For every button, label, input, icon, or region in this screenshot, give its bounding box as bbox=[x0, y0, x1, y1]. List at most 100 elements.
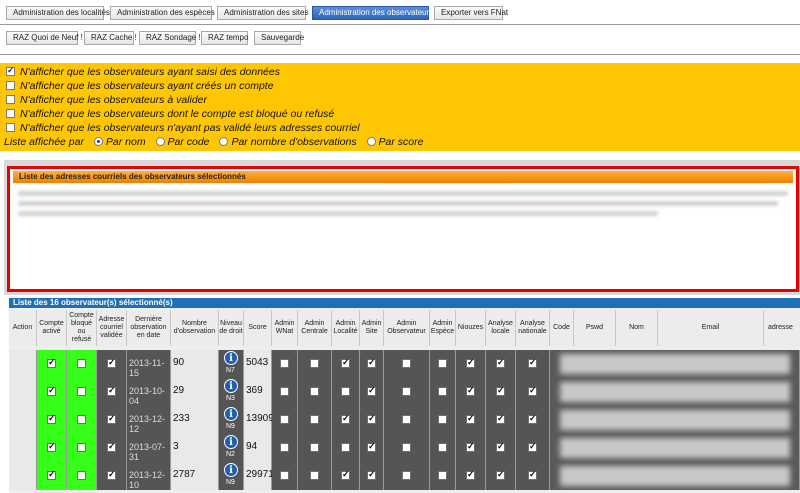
row-checkbox[interactable] bbox=[280, 387, 289, 396]
row-checkbox[interactable] bbox=[466, 385, 475, 396]
info-icon[interactable]: i bbox=[224, 463, 238, 477]
col-header[interactable]: Admin Observateur bbox=[384, 310, 430, 346]
row-checkbox[interactable] bbox=[528, 385, 537, 396]
col-header[interactable]: adresse bbox=[764, 310, 800, 346]
filter-option[interactable]: N'afficher que les observateurs ayant sa… bbox=[6, 65, 280, 80]
row-checkbox[interactable] bbox=[341, 469, 350, 480]
row-checkbox[interactable] bbox=[47, 357, 56, 368]
col-header[interactable]: Adresse courriel validée bbox=[97, 310, 127, 346]
row-checkbox[interactable] bbox=[310, 387, 319, 396]
row-checkbox[interactable] bbox=[341, 357, 350, 368]
col-header[interactable]: Niveau de droit bbox=[219, 310, 244, 346]
row-checkbox[interactable] bbox=[466, 441, 475, 452]
filter-option[interactable]: N'afficher que les observateurs ayant cr… bbox=[6, 80, 274, 94]
row-checkbox[interactable] bbox=[438, 443, 447, 452]
col-header[interactable]: Dernière observation en date bbox=[127, 310, 171, 346]
row-checkbox[interactable] bbox=[280, 471, 289, 480]
row-checkbox[interactable] bbox=[367, 357, 376, 368]
raz-cache-button[interactable]: RAZ Cache ! bbox=[84, 31, 137, 45]
row-checkbox[interactable] bbox=[496, 469, 505, 480]
row-checkbox[interactable] bbox=[367, 413, 376, 424]
info-icon[interactable]: i bbox=[224, 379, 238, 393]
row-checkbox[interactable] bbox=[402, 387, 411, 396]
row-checkbox[interactable] bbox=[496, 357, 505, 368]
checkbox-icon[interactable] bbox=[6, 95, 15, 104]
col-header[interactable]: Nombre d'observation bbox=[171, 310, 219, 346]
checkbox-icon[interactable] bbox=[6, 123, 15, 132]
row-checkbox[interactable] bbox=[280, 415, 289, 424]
nav-localites-button[interactable]: Administration des localités bbox=[6, 6, 110, 20]
row-checkbox[interactable] bbox=[77, 359, 86, 368]
col-header[interactable]: Analyse nationale bbox=[516, 310, 550, 346]
row-checkbox[interactable] bbox=[107, 357, 116, 368]
row-checkbox[interactable] bbox=[528, 413, 537, 424]
col-header[interactable]: Admin Centrale bbox=[298, 310, 332, 346]
sort-option-nom[interactable]: Par nom bbox=[106, 136, 146, 148]
row-checkbox[interactable] bbox=[528, 469, 537, 480]
row-checkbox[interactable] bbox=[402, 415, 411, 424]
row-checkbox[interactable] bbox=[47, 385, 56, 396]
row-checkbox[interactable] bbox=[107, 385, 116, 396]
row-checkbox[interactable] bbox=[402, 359, 411, 368]
row-checkbox[interactable] bbox=[528, 357, 537, 368]
row-checkbox[interactable] bbox=[310, 415, 319, 424]
nav-export-button[interactable]: Exporter vers FNat bbox=[434, 6, 508, 20]
row-checkbox[interactable] bbox=[341, 413, 350, 424]
row-checkbox[interactable] bbox=[496, 385, 505, 396]
col-header[interactable]: Admin Site bbox=[360, 310, 384, 346]
nav-sites-button[interactable]: Administration des sites bbox=[217, 6, 308, 20]
info-icon[interactable]: i bbox=[224, 435, 238, 449]
sort-option-nombre[interactable]: Par nombre d'observations bbox=[231, 136, 356, 148]
row-checkbox[interactable] bbox=[438, 415, 447, 424]
row-checkbox[interactable] bbox=[107, 413, 116, 424]
col-header[interactable]: Admin Espèce bbox=[430, 310, 456, 346]
col-header[interactable]: Email bbox=[658, 310, 764, 346]
col-header[interactable]: Compte bloqué ou refusé bbox=[67, 310, 97, 346]
row-checkbox[interactable] bbox=[310, 443, 319, 452]
radio-icon[interactable] bbox=[219, 137, 229, 146]
col-header[interactable]: Analyse locale bbox=[486, 310, 516, 346]
row-checkbox[interactable] bbox=[47, 441, 56, 452]
row-checkbox[interactable] bbox=[107, 441, 116, 452]
row-checkbox[interactable] bbox=[47, 413, 56, 424]
row-checkbox[interactable] bbox=[402, 471, 411, 480]
raz-quoi-de-neuf-button[interactable]: RAZ Quoi de Neuf ! bbox=[6, 31, 83, 45]
row-checkbox[interactable] bbox=[47, 469, 56, 480]
info-icon[interactable]: i bbox=[224, 407, 238, 421]
row-checkbox[interactable] bbox=[466, 357, 475, 368]
info-icon[interactable]: i bbox=[224, 351, 238, 365]
col-header[interactable]: Compte activé bbox=[37, 310, 67, 346]
radio-icon[interactable] bbox=[366, 137, 376, 146]
row-checkbox[interactable] bbox=[310, 359, 319, 368]
row-checkbox[interactable] bbox=[466, 413, 475, 424]
row-checkbox[interactable] bbox=[438, 359, 447, 368]
row-checkbox[interactable] bbox=[528, 441, 537, 452]
nav-observateurs-button[interactable]: Administration des observateurs bbox=[312, 6, 433, 20]
raz-sondage-button[interactable]: RAZ Sondage ! bbox=[139, 31, 201, 45]
row-checkbox[interactable] bbox=[496, 441, 505, 452]
row-checkbox[interactable] bbox=[402, 443, 411, 452]
row-checkbox[interactable] bbox=[107, 469, 116, 480]
checkbox-icon[interactable] bbox=[6, 109, 15, 118]
filter-option[interactable]: N'afficher que les observateurs n'ayant … bbox=[6, 122, 360, 136]
row-checkbox[interactable] bbox=[466, 469, 475, 480]
sort-option-score[interactable]: Par score bbox=[379, 136, 424, 148]
col-header[interactable]: Admin Localité bbox=[332, 310, 360, 346]
col-header[interactable]: Nom bbox=[616, 310, 658, 346]
row-checkbox[interactable] bbox=[367, 385, 376, 396]
checkbox-icon[interactable] bbox=[6, 81, 15, 90]
raz-tempo-button[interactable]: RAZ tempo bbox=[201, 31, 248, 45]
row-checkbox[interactable] bbox=[280, 443, 289, 452]
row-checkbox[interactable] bbox=[438, 471, 447, 480]
radio-icon[interactable] bbox=[155, 137, 165, 146]
col-header[interactable]: Code bbox=[550, 310, 574, 346]
row-checkbox[interactable] bbox=[77, 415, 86, 424]
row-checkbox[interactable] bbox=[310, 471, 319, 480]
row-checkbox[interactable] bbox=[367, 441, 376, 452]
filter-option[interactable]: N'afficher que les observateurs dont le … bbox=[6, 108, 334, 122]
row-checkbox[interactable] bbox=[280, 359, 289, 368]
row-checkbox[interactable] bbox=[341, 443, 350, 452]
row-checkbox[interactable] bbox=[77, 387, 86, 396]
row-checkbox[interactable] bbox=[77, 471, 86, 480]
row-checkbox[interactable] bbox=[496, 413, 505, 424]
